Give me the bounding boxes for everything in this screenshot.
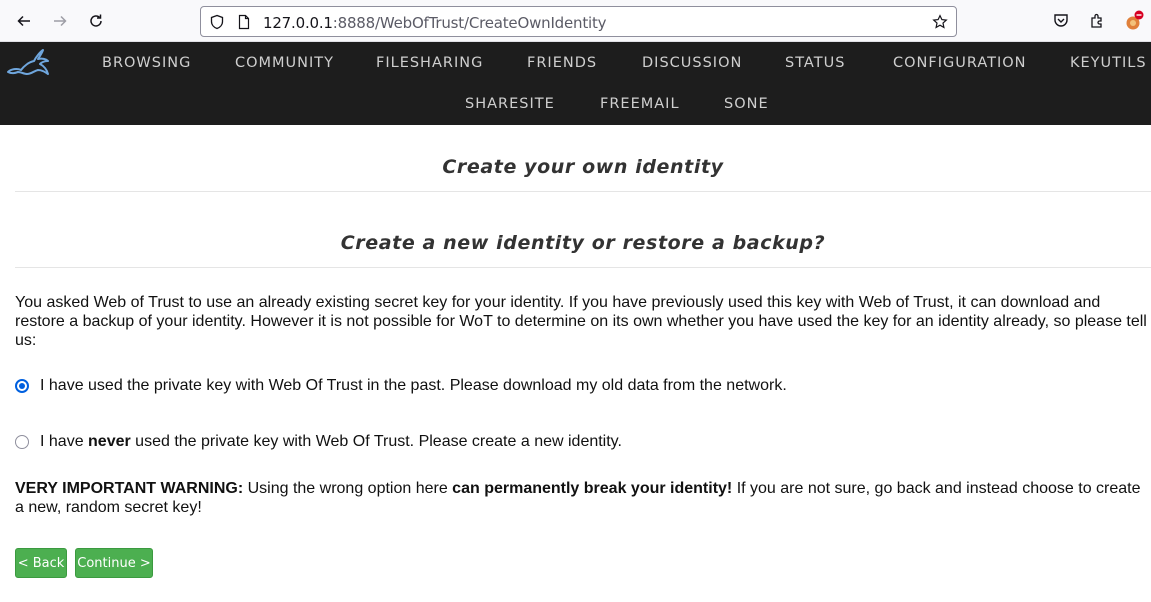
- warning-heading: VERY IMPORTANT WARNING:: [15, 480, 244, 497]
- pocket-icon[interactable]: [1052, 12, 1070, 30]
- page-title: Create your own identity: [442, 156, 724, 178]
- option-new-suffix: used the private key with Web Of Trust. …: [130, 433, 622, 450]
- option-restore-label: I have used the private key with Web Of …: [40, 377, 787, 394]
- nav-freemail[interactable]: FREEMAIL: [600, 96, 680, 112]
- url-text[interactable]: 127.0.0.1:8888/WebOfTrust/CreateOwnIdent…: [263, 14, 607, 32]
- radio-new[interactable]: [15, 435, 29, 449]
- back-button[interactable]: < Back: [15, 548, 67, 578]
- site-navigation: BROWSING COMMUNITY FILESHARING FRIENDS D…: [0, 42, 1151, 125]
- nav-browsing[interactable]: BROWSING: [102, 55, 191, 71]
- nav-sone[interactable]: SONE: [724, 96, 769, 112]
- bookmark-star-icon[interactable]: [932, 14, 948, 30]
- section-divider: [15, 267, 1151, 268]
- nav-status[interactable]: STATUS: [785, 55, 845, 71]
- warning-text: VERY IMPORTANT WARNING: Using the wrong …: [15, 479, 1147, 517]
- nav-configuration[interactable]: CONFIGURATION: [893, 55, 1027, 71]
- nav-community[interactable]: COMMUNITY: [235, 55, 334, 71]
- section-title: Create a new identity or restore a backu…: [340, 232, 826, 254]
- url-bar[interactable]: 127.0.0.1:8888/WebOfTrust/CreateOwnIdent…: [200, 6, 957, 37]
- intro-text: You asked Web of Trust to use an already…: [15, 294, 1147, 349]
- option-restore[interactable]: I have used the private key with Web Of …: [15, 375, 787, 397]
- url-host: 127.0.0.1: [263, 14, 333, 32]
- url-path: :8888/WebOfTrust/CreateOwnIdentity: [332, 14, 607, 32]
- browser-toolbar: 127.0.0.1:8888/WebOfTrust/CreateOwnIdent…: [0, 0, 1151, 42]
- radio-restore[interactable]: [15, 379, 29, 393]
- option-new[interactable]: I have never used the private key with W…: [15, 431, 622, 453]
- option-new-emphasis: never: [88, 433, 131, 450]
- nav-keyutils[interactable]: KEYUTILS: [1070, 55, 1147, 71]
- page-icon[interactable]: [236, 14, 252, 30]
- reload-icon[interactable]: [84, 9, 108, 33]
- shield-icon[interactable]: [209, 14, 225, 30]
- forward-arrow-icon[interactable]: [48, 9, 72, 33]
- nav-sharesite[interactable]: SHARESITE: [465, 96, 555, 112]
- continue-button[interactable]: Continue >: [75, 548, 153, 578]
- option-new-label: I have never used the private key with W…: [40, 433, 622, 451]
- nav-filesharing[interactable]: FILESHARING: [376, 55, 483, 71]
- nav-discussion[interactable]: DISCUSSION: [642, 55, 742, 71]
- option-new-prefix: I have: [40, 433, 89, 450]
- addon-blocked-icon[interactable]: [1123, 10, 1145, 32]
- nav-friends[interactable]: FRIENDS: [527, 55, 597, 71]
- freenet-rabbit-logo[interactable]: [5, 46, 55, 82]
- title-divider: [15, 191, 1151, 192]
- warning-text-1: Using the wrong option here: [243, 480, 453, 497]
- warning-emphasis: can permanently break your identity!: [452, 480, 733, 497]
- extensions-icon[interactable]: [1088, 12, 1106, 30]
- back-arrow-icon[interactable]: [12, 9, 36, 33]
